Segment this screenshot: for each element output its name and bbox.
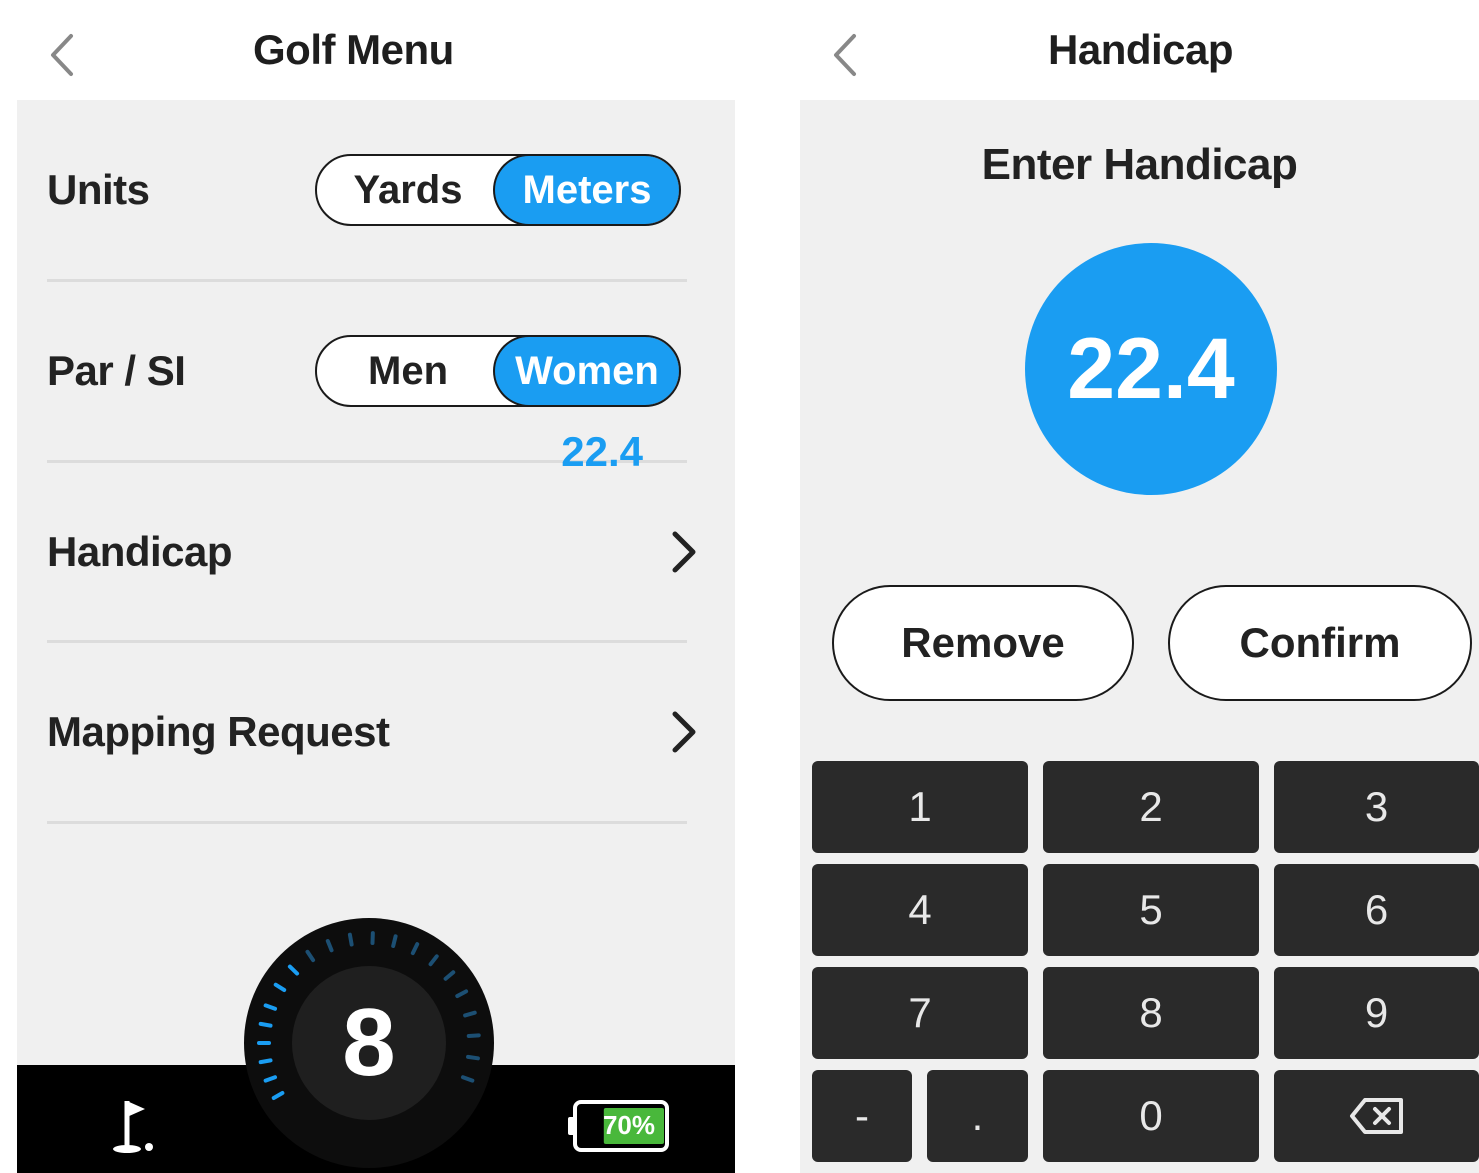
dial-tick <box>305 949 316 963</box>
key-7[interactable]: 7 <box>812 967 1028 1059</box>
key-2[interactable]: 2 <box>1043 761 1259 853</box>
key-6[interactable]: 6 <box>1274 864 1479 956</box>
key-4[interactable]: 4 <box>812 864 1028 956</box>
hole-number: 8 <box>342 989 396 1096</box>
backspace-key[interactable] <box>1274 1070 1479 1162</box>
units-label: Units <box>47 166 150 213</box>
dial-tick <box>428 954 439 967</box>
par-si-label: Par / SI <box>47 347 186 394</box>
dial-tick <box>466 1033 481 1039</box>
handicap-value[interactable]: 22.4 <box>561 428 643 476</box>
key-9[interactable]: 9 <box>1274 967 1479 1059</box>
dial-tick <box>271 1091 285 1100</box>
page-title: Golf Menu <box>253 26 454 73</box>
golf-menu-screen: Golf Menu Units Yards Meters Par / SI Me… <box>17 0 735 1173</box>
battery-percent: 70% <box>602 1110 655 1140</box>
header: Handicap <box>800 0 1479 100</box>
dial-tick <box>325 939 334 953</box>
enter-handicap-label: Enter Handicap <box>981 140 1298 189</box>
dial-tick <box>273 982 287 993</box>
dial-tick <box>460 1075 475 1083</box>
dial-tick <box>455 989 469 999</box>
header: Golf Menu <box>17 0 735 100</box>
dial-tick <box>258 1058 273 1065</box>
dial-tick <box>263 1003 278 1011</box>
divider <box>47 279 687 282</box>
mapping-request-label[interactable]: Mapping Request <box>47 708 390 756</box>
key-0[interactable]: 0 <box>1043 1070 1259 1162</box>
women-option[interactable]: Women <box>495 337 679 405</box>
key-8[interactable]: 8 <box>1043 967 1259 1059</box>
dial-tick <box>391 934 398 948</box>
handicap-display: 22.4 <box>1025 243 1277 495</box>
dial-tick <box>258 1021 273 1028</box>
golf-flag-icon[interactable] <box>103 1095 163 1157</box>
key-decimal[interactable]: . <box>927 1070 1028 1162</box>
key-minus[interactable]: - <box>812 1070 912 1162</box>
dial-tick <box>466 1054 480 1061</box>
remove-button[interactable]: Remove <box>832 585 1134 701</box>
key-3[interactable]: 3 <box>1274 761 1479 853</box>
chevron-left-icon[interactable] <box>826 30 866 80</box>
chevron-left-icon[interactable] <box>43 30 83 80</box>
hole-dial[interactable]: 8 <box>244 918 494 1168</box>
dial-tick <box>347 932 354 947</box>
handicap-label[interactable]: Handicap <box>47 528 233 576</box>
backspace-icon <box>1349 1098 1403 1134</box>
dial-tick <box>443 970 456 981</box>
chevron-right-icon[interactable] <box>669 530 699 574</box>
confirm-button[interactable]: Confirm <box>1168 585 1472 701</box>
key-5[interactable]: 5 <box>1043 864 1259 956</box>
dial-tick <box>263 1075 278 1083</box>
dial-center: 8 <box>292 966 446 1120</box>
yards-option[interactable]: Yards <box>317 156 499 224</box>
key-1[interactable]: 1 <box>812 761 1028 853</box>
dial-tick <box>463 1010 477 1018</box>
par-si-toggle[interactable]: Men Women <box>315 335 681 407</box>
divider <box>47 640 687 643</box>
page-title: Handicap <box>1048 26 1234 73</box>
handicap-screen: Handicap Enter Handicap 22.4 Remove Conf… <box>800 0 1479 1173</box>
men-option[interactable]: Men <box>317 337 499 405</box>
units-toggle[interactable]: Yards Meters <box>315 154 681 226</box>
meters-option[interactable]: Meters <box>495 156 679 224</box>
dial-tick <box>410 942 420 956</box>
chevron-right-icon[interactable] <box>669 710 699 754</box>
divider <box>47 821 687 824</box>
